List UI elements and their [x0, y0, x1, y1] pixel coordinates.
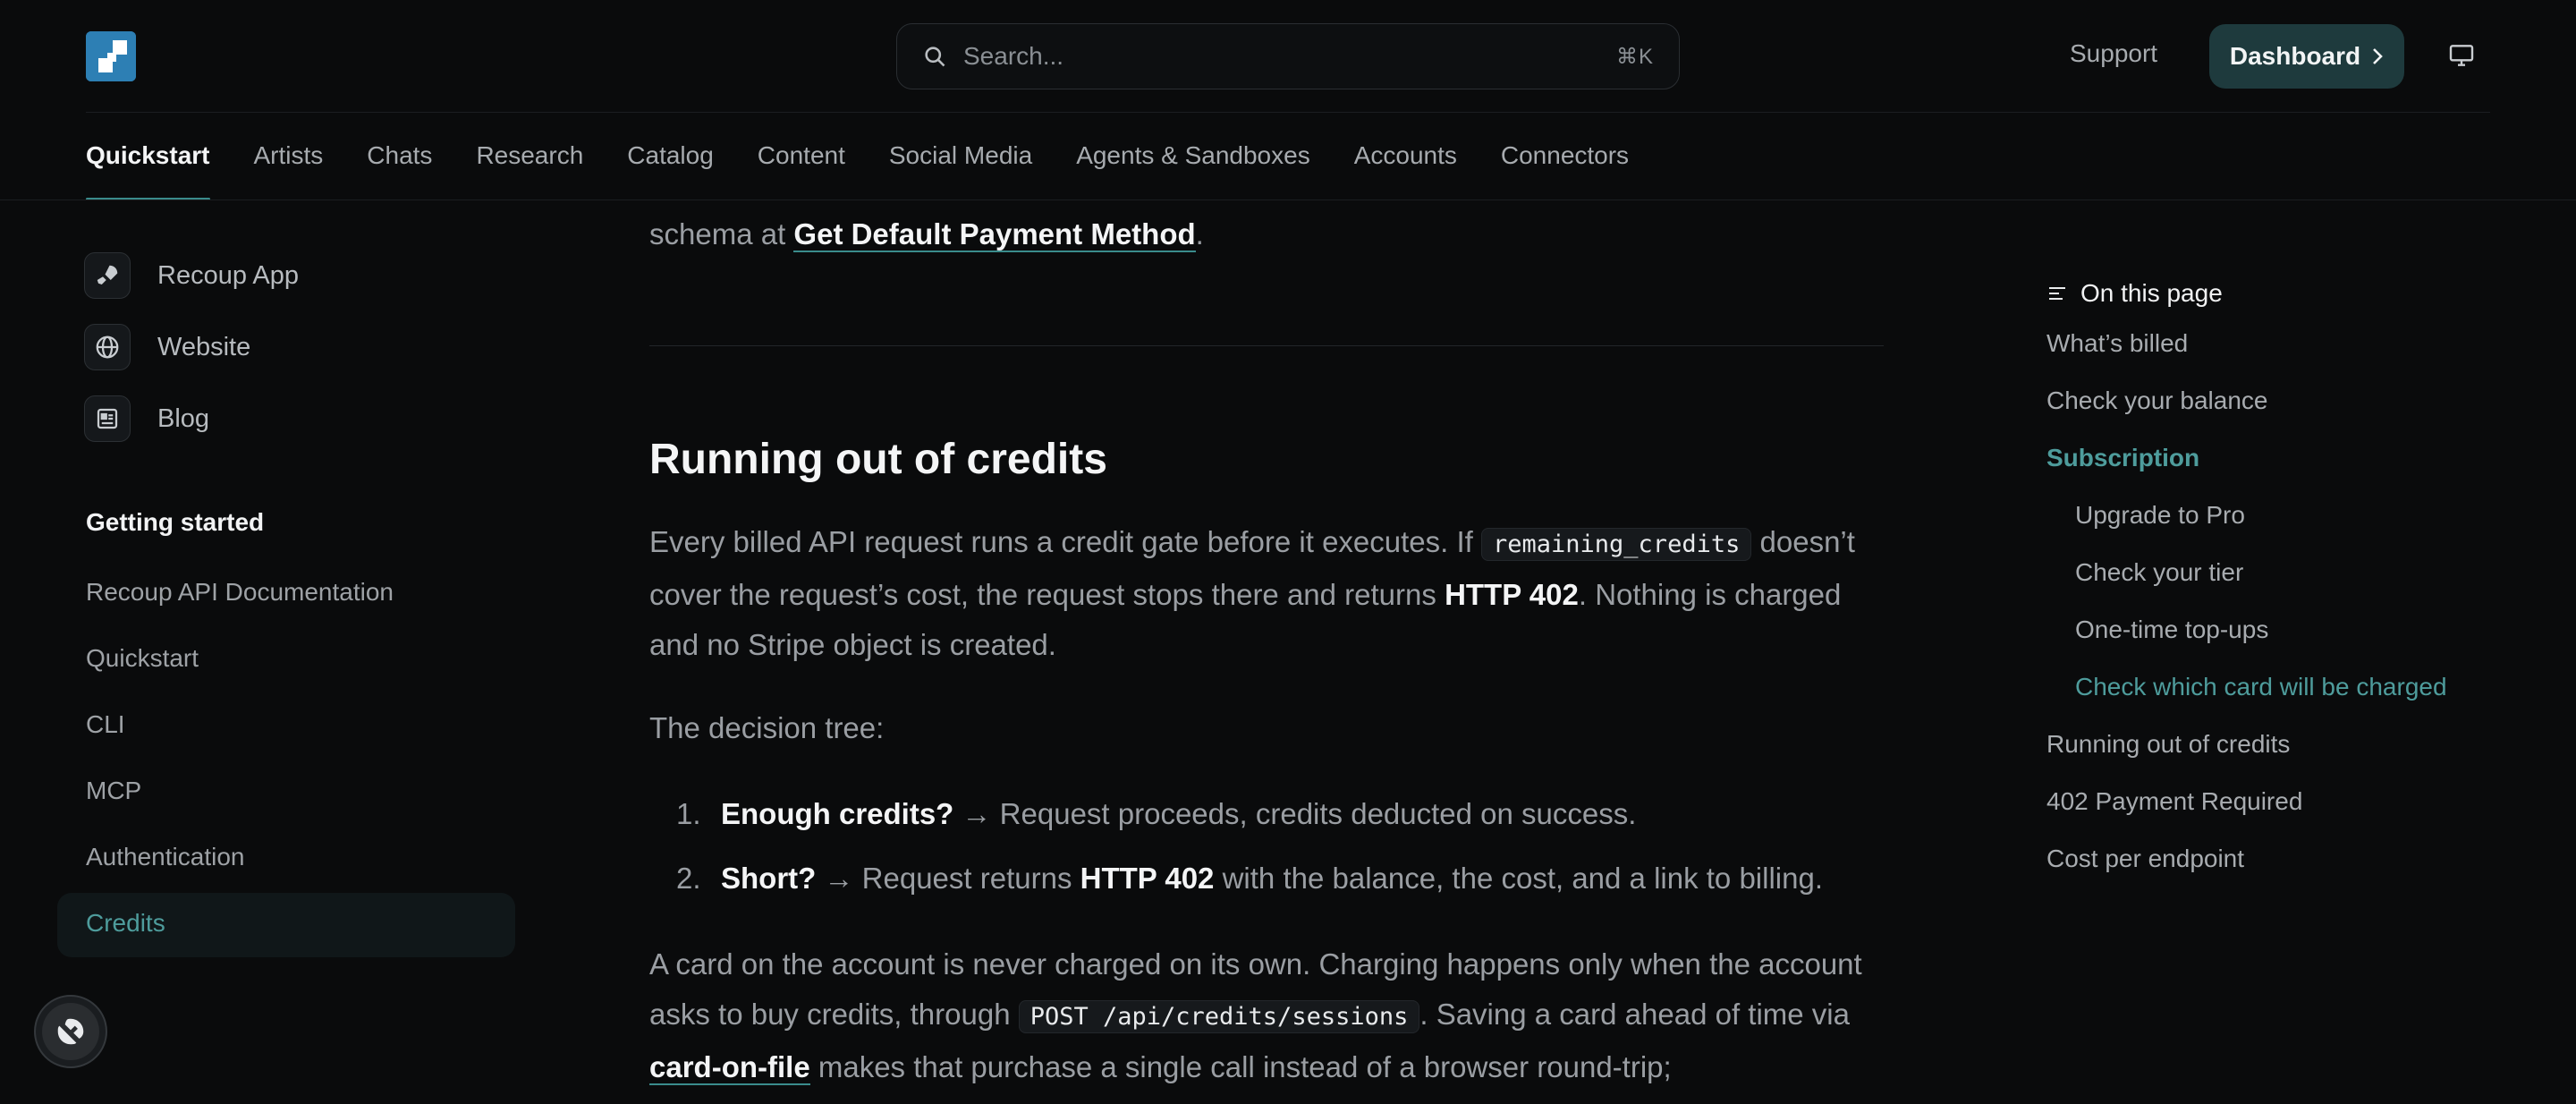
- tab-agents-sandboxes[interactable]: Agents & Sandboxes: [1076, 141, 1310, 200]
- tab-quickstart[interactable]: Quickstart: [86, 141, 210, 200]
- list-text: with the balance, the cost, and a link t…: [1214, 862, 1823, 895]
- toc-item-one-time-top-ups[interactable]: One-time top-ups: [2075, 616, 2268, 644]
- header-divider: [86, 112, 2490, 113]
- section-divider: [649, 345, 1884, 346]
- dashboard-button[interactable]: Dashboard: [2209, 24, 2404, 89]
- top-navigation: Search... ⌘K Support Dashboard Quickstar…: [0, 0, 2576, 200]
- paragraph-text: Every billed API request runs a credit g…: [649, 525, 1481, 558]
- chevron-right-icon: [2373, 48, 2383, 64]
- tab-chats[interactable]: Chats: [367, 141, 432, 200]
- get-default-payment-method-link[interactable]: Get Default Payment Method: [793, 217, 1196, 252]
- list-strong: HTTP 402: [1080, 862, 1215, 895]
- search-input[interactable]: Search... ⌘K: [896, 23, 1680, 89]
- sidebar-link-recoup-app[interactable]: Recoup App: [84, 252, 299, 299]
- support-link[interactable]: Support: [2070, 39, 2157, 68]
- toc-item-running-out-of-credits[interactable]: Running out of credits: [2046, 730, 2290, 759]
- assistant-icon: [42, 1003, 99, 1060]
- tab-content[interactable]: Content: [758, 141, 845, 200]
- strong-http-402: HTTP 402: [1445, 578, 1579, 611]
- toc-item-check-your-balance[interactable]: Check your balance: [2046, 386, 2267, 415]
- paragraph-text: . Saving a card ahead of time via: [1419, 998, 1850, 1031]
- tab-accounts[interactable]: Accounts: [1354, 141, 1457, 200]
- intro-suffix: .: [1195, 217, 1204, 251]
- sidebar-link-label: Website: [157, 332, 251, 361]
- paragraph-decision-tree: The decision tree:: [649, 711, 885, 744]
- card-on-file-link[interactable]: card-on-file: [649, 1050, 810, 1085]
- paragraph-card-charging: A card on the account is never charged o…: [649, 939, 1884, 1092]
- assistant-button[interactable]: [34, 995, 107, 1068]
- tab-artists[interactable]: Artists: [254, 141, 324, 200]
- sidebar-item-cli[interactable]: CLI: [86, 710, 125, 739]
- paragraph-credit-gate: Every billed API request runs a credit g…: [649, 517, 1884, 670]
- tab-catalog[interactable]: Catalog: [627, 141, 714, 200]
- rocket-icon: [84, 252, 131, 299]
- recoup-logo[interactable]: [86, 31, 136, 81]
- search-placeholder: Search...: [963, 42, 1064, 70]
- toc-item-whats-billed[interactable]: What’s billed: [2046, 329, 2188, 358]
- sidebar-link-label: Blog: [157, 403, 210, 433]
- dashboard-button-label: Dashboard: [2229, 42, 2361, 70]
- tab-social-media[interactable]: Social Media: [889, 141, 1032, 200]
- list-strong: Enough credits?: [721, 797, 954, 830]
- tab-connectors[interactable]: Connectors: [1501, 141, 1629, 200]
- list-number: 1.: [676, 797, 701, 830]
- logo-mark-icon: [86, 31, 136, 81]
- sidebar: Recoup App Website Blog Getting started …: [0, 200, 555, 1104]
- newspaper-icon: [84, 395, 131, 442]
- search-icon: [922, 43, 949, 70]
- sidebar-item-recoup-api-documentation[interactable]: Recoup API Documentation: [86, 578, 394, 607]
- sidebar-item-credits[interactable]: Credits: [86, 909, 165, 938]
- paragraph-text: makes that purchase a single call instea…: [809, 1050, 1672, 1083]
- list-text: → Request returns: [816, 862, 1080, 895]
- list-strong: Short?: [721, 862, 817, 895]
- list-number: 2.: [676, 862, 701, 895]
- intro-text: schema at: [649, 217, 794, 251]
- inline-code-remaining-credits: remaining_credits: [1481, 528, 1752, 561]
- intro-paragraph: schema at Get Default Payment Method.: [649, 209, 1884, 259]
- toc-title: On this page: [2046, 279, 2223, 308]
- list-item: 1. Enough credits? → Request proceeds, cr…: [649, 789, 1884, 839]
- decision-list: 1. Enough credits? → Request proceeds, cr…: [649, 789, 1884, 918]
- sidebar-section-heading: Getting started: [86, 508, 265, 536]
- section-heading: Running out of credits: [649, 436, 1107, 483]
- sidebar-link-website[interactable]: Website: [84, 324, 250, 370]
- inline-code-credits-sessions: POST /api/credits/sessions: [1018, 1000, 1420, 1033]
- list-text: → Request proceeds, credits deducted on …: [953, 797, 1637, 830]
- toc-item-check-which-card[interactable]: Check which card will be charged: [2075, 673, 2447, 701]
- sidebar-link-blog[interactable]: Blog: [84, 395, 209, 442]
- toc-item-subscription[interactable]: Subscription: [2046, 444, 2199, 472]
- toc-item-check-your-tier[interactable]: Check your tier: [2075, 558, 2243, 587]
- sidebar-item-quickstart[interactable]: Quickstart: [86, 644, 199, 673]
- toc-item-cost-per-endpoint[interactable]: Cost per endpoint: [2046, 845, 2244, 873]
- toc-title-label: On this page: [2080, 279, 2223, 307]
- toc-item-upgrade-to-pro[interactable]: Upgrade to Pro: [2075, 501, 2245, 530]
- search-shortcut: ⌘K: [1615, 44, 1654, 69]
- sidebar-item-authentication[interactable]: Authentication: [86, 843, 244, 871]
- tab-research[interactable]: Research: [476, 141, 583, 200]
- tab-bar: Quickstart Artists Chats Research Catalo…: [86, 141, 1673, 200]
- list-item: 2. Short? → Request returns HTTP 402 with…: [649, 853, 1884, 904]
- theme-toggle-button[interactable]: [2447, 41, 2476, 70]
- sidebar-item-mcp[interactable]: MCP: [86, 777, 141, 805]
- list-icon: [2049, 287, 2065, 300]
- toc-item-402-payment-required[interactable]: 402 Payment Required: [2046, 787, 2302, 816]
- monitor-icon: [2449, 45, 2474, 66]
- globe-icon: [84, 324, 131, 370]
- sidebar-link-label: Recoup App: [157, 260, 300, 290]
